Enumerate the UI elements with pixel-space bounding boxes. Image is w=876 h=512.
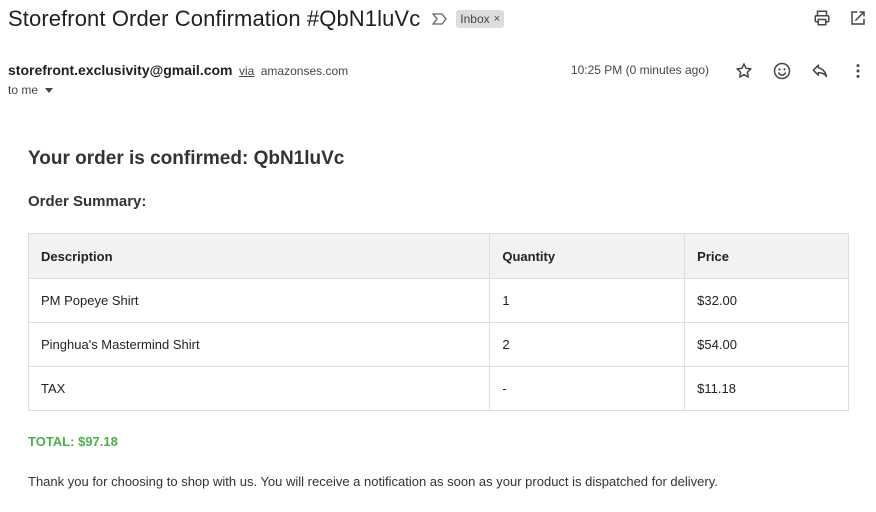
open-in-new-window-icon[interactable] (848, 8, 868, 28)
recipient-text: to me (8, 83, 39, 97)
column-header-quantity: Quantity (489, 233, 686, 279)
order-total: TOTAL: $97.18 (28, 434, 118, 449)
item-price: $11.18 (684, 366, 849, 411)
column-header-description: Description (27, 233, 491, 279)
table-row: PM Popeye Shirt 1 $32.00 (27, 278, 849, 323)
recipient-dropdown[interactable]: to me (8, 83, 54, 97)
label-text: Inbox (460, 12, 490, 26)
chevron-down-icon (45, 88, 54, 93)
item-description: PM Popeye Shirt (27, 278, 491, 323)
table-header-row: Description Quantity Price (27, 233, 849, 279)
via-link[interactable]: via (239, 64, 254, 78)
order-table: Description Quantity Price PM Popeye Shi… (27, 233, 849, 411)
sender-email[interactable]: storefront.exclusivity@gmail.com (8, 62, 233, 78)
item-price: $54.00 (684, 322, 849, 367)
reply-icon[interactable] (810, 61, 830, 81)
order-summary-heading: Order Summary: (28, 193, 147, 210)
message-actions (734, 61, 868, 81)
star-icon[interactable] (734, 61, 754, 81)
importance-marker-icon[interactable] (432, 12, 448, 26)
confirmation-heading: Your order is confirmed: QbN1luVc (28, 148, 345, 169)
email-subject: Storefront Order Confirmation #QbN1luVc (8, 6, 421, 31)
item-description: Pinghua's Mastermind Shirt (27, 322, 491, 367)
table-row: TAX - $11.18 (27, 366, 849, 411)
item-description: TAX (27, 366, 491, 411)
remove-label-button[interactable]: × (494, 13, 500, 25)
via-domain: amazonses.com (260, 64, 349, 78)
emoji-icon[interactable] (772, 61, 792, 81)
item-quantity: 2 (489, 322, 686, 367)
thread-actions (812, 8, 868, 28)
column-header-price: Price (684, 233, 849, 279)
item-price: $32.00 (684, 278, 849, 323)
thank-you-message: Thank you for choosing to shop with us. … (28, 474, 718, 489)
inbox-label-chip[interactable]: Inbox × (456, 10, 505, 28)
table-row: Pinghua's Mastermind Shirt 2 $54.00 (27, 322, 849, 367)
subject-row: Storefront Order Confirmation #QbN1luVc … (8, 4, 876, 34)
print-icon[interactable] (812, 8, 832, 28)
message-timestamp: 10:25 PM (0 minutes ago) (570, 63, 709, 77)
item-quantity: 1 (489, 278, 686, 323)
item-quantity: - (489, 366, 686, 411)
more-vert-icon[interactable] (848, 61, 868, 81)
